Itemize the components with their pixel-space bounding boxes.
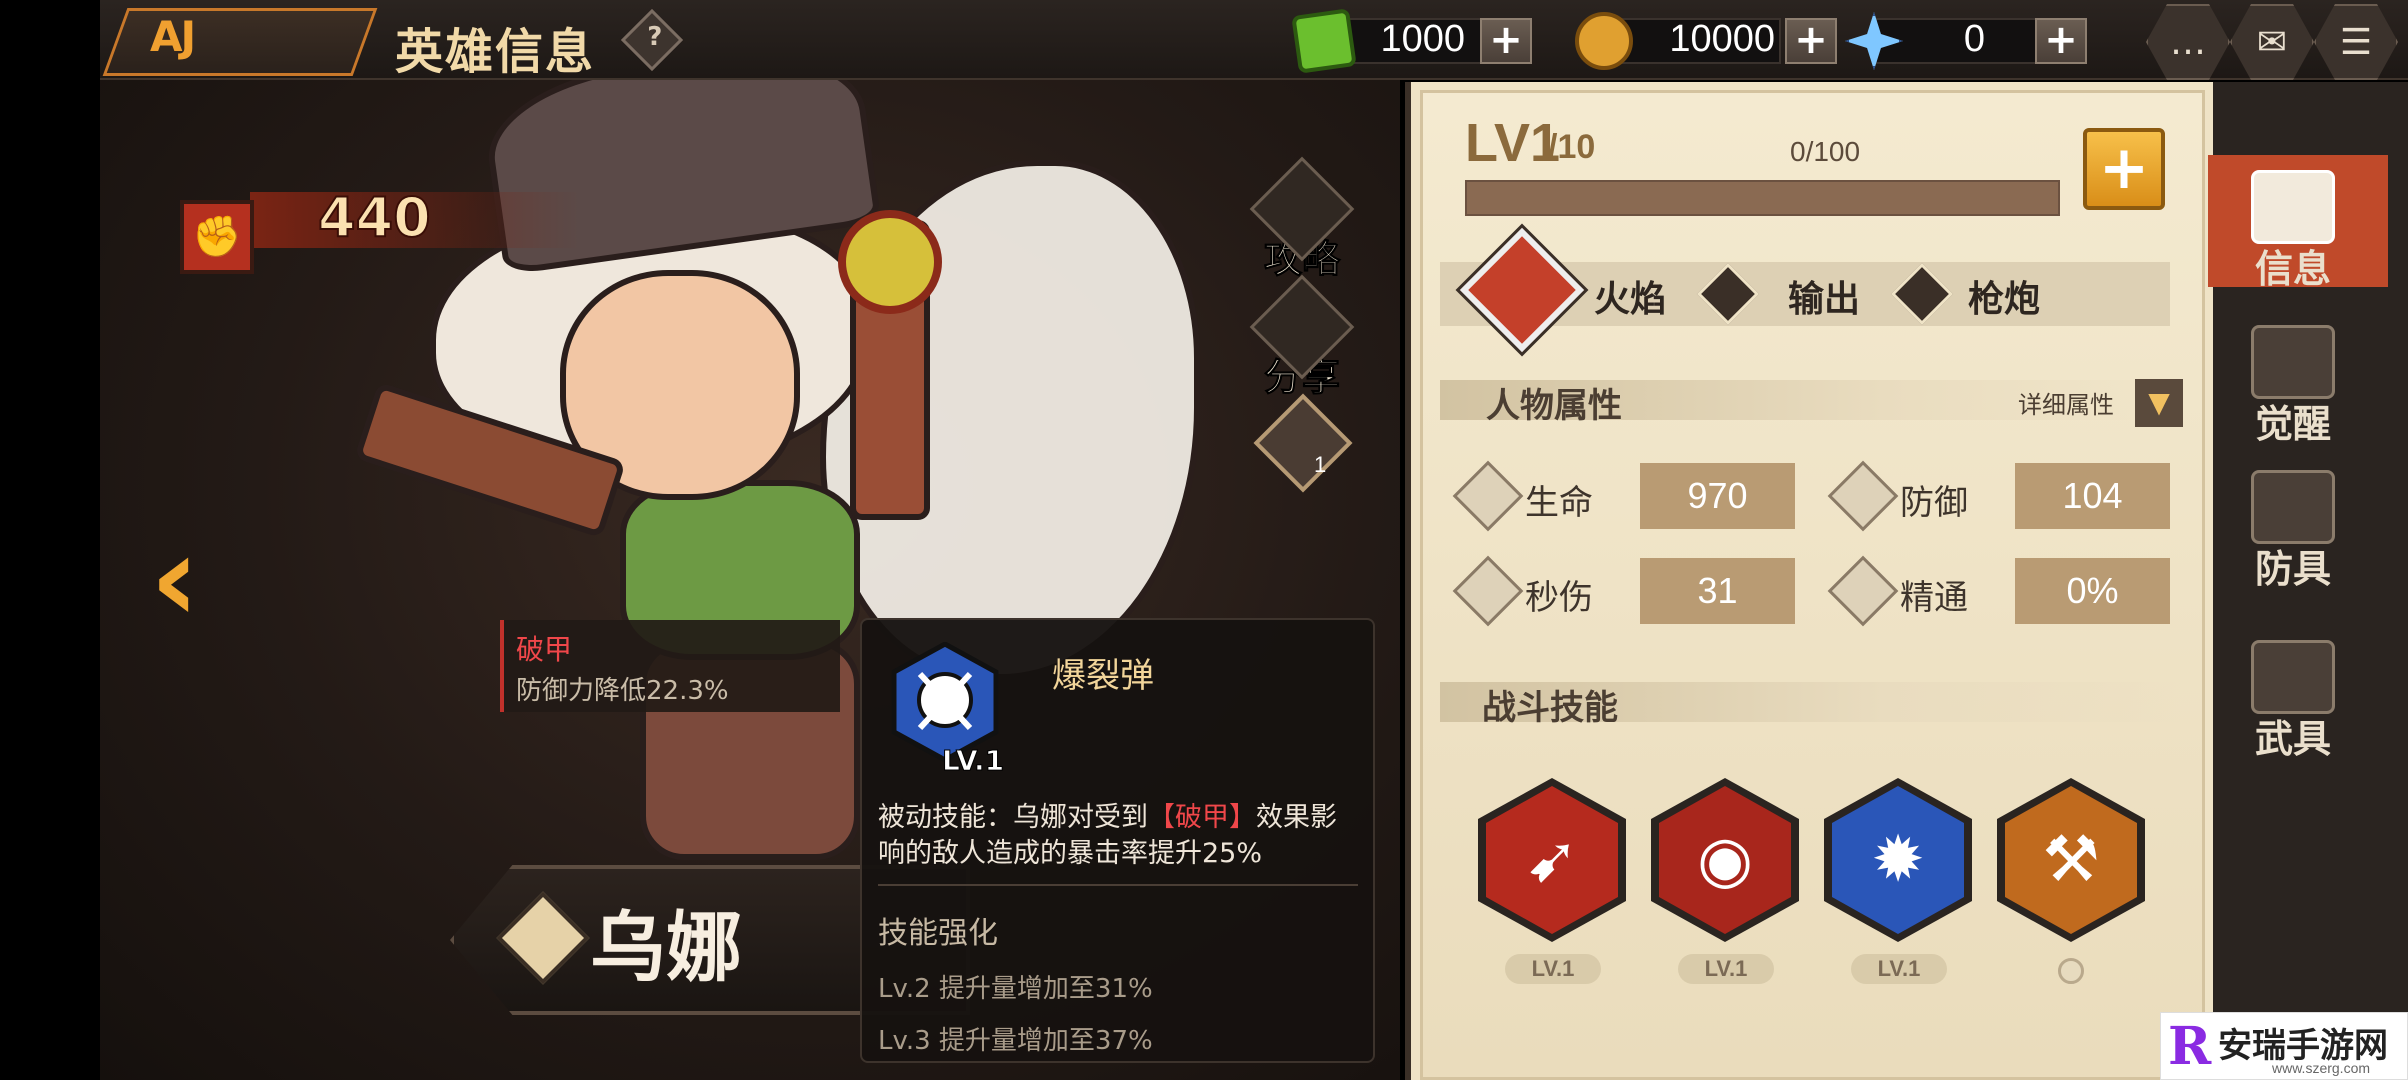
- stat-value: 970: [1640, 463, 1795, 529]
- tooltip-skill-description: 被动技能：乌娜对受到【破甲】效果影响的敌人造成的暴击率提升25%: [878, 800, 1358, 872]
- debuff-panel: 破甲 防御力降低22.3%: [500, 620, 840, 712]
- watermark-logo: R: [2168, 1016, 2212, 1077]
- tab-weapon[interactable]: 武具: [2208, 640, 2378, 763]
- exp-bar: [1465, 180, 2060, 216]
- tab-armor[interactable]: 防具: [2208, 470, 2378, 593]
- add-green-gem-button[interactable]: +: [1480, 18, 1532, 64]
- currency-green-gem: 1000 +: [1291, 8, 1545, 74]
- hero-gun-muzzle-art: [838, 210, 942, 314]
- debuff-name: 破甲: [516, 633, 573, 666]
- emblem-count: 1: [1314, 452, 1327, 477]
- green-gem-icon: [1291, 8, 1357, 74]
- previous-hero-arrow[interactable]: ‹: [150, 520, 230, 640]
- detail-attributes-label[interactable]: 详细属性: [2018, 385, 2114, 420]
- fist-icon: ✊: [180, 200, 254, 274]
- stat-value: 0%: [2015, 558, 2170, 624]
- grenade-icon: ◉: [1659, 786, 1791, 934]
- tab-label: 觉醒: [2254, 402, 2331, 446]
- stat-label: 秒伤: [1525, 578, 1593, 618]
- tab-info[interactable]: 信息: [2208, 170, 2378, 293]
- left-letterbox: [0, 0, 100, 1080]
- tab-label: 防具: [2254, 547, 2331, 591]
- add-gold-coin-button[interactable]: +: [1785, 18, 1837, 64]
- currency-value: 1000: [1380, 18, 1465, 60]
- currency-gold-coin: 10000 +: [1575, 12, 1837, 70]
- health-icon: [1452, 460, 1524, 532]
- chat-icon: …: [2170, 21, 2206, 63]
- awaken-icon: [2251, 325, 2335, 399]
- stat-defense: 防御 104: [1827, 460, 2170, 532]
- armor-icon: [2251, 470, 2335, 544]
- dps-icon: [1452, 555, 1524, 627]
- rockets-icon: ➹: [1486, 786, 1618, 934]
- tag-flame: 火焰: [1594, 279, 1667, 320]
- skill-locked-dot: [2058, 958, 2084, 984]
- axe-icon: ⚒: [2005, 786, 2137, 934]
- logo-plate: [102, 8, 378, 76]
- desc-highlight: 【破甲】: [1148, 802, 1256, 833]
- enhance-level-3: Lv.3 提升量增加至37%: [878, 1026, 1153, 1056]
- enhance-title: 技能强化: [878, 916, 998, 951]
- menu-icon: ☰: [2339, 21, 2373, 63]
- stat-dps: 秒伤 31: [1452, 555, 1795, 627]
- tooltip-skill-name: 爆裂弹: [1052, 656, 1154, 696]
- tag-damage: 输出: [1788, 279, 1861, 320]
- stat-value: 104: [2015, 463, 2170, 529]
- stat-label: 生命: [1525, 483, 1593, 523]
- currency-crystal-star: 0 +: [1845, 12, 2095, 70]
- add-crystal-button[interactable]: +: [2035, 18, 2087, 64]
- tab-label: 信息: [2254, 247, 2331, 291]
- chevron-down-icon[interactable]: ▼: [2135, 379, 2183, 427]
- mastery-icon: [1827, 555, 1899, 627]
- weapon-icon: [2251, 640, 2335, 714]
- currency-value: 10000: [1669, 18, 1775, 60]
- watermark-url: www.szerg.com: [2272, 1060, 2371, 1076]
- exp-text: 0/100: [1790, 136, 1861, 167]
- enhance-level-2: Lv.2 提升量增加至31%: [878, 974, 1153, 1004]
- stat-mastery: 精通 0%: [1827, 555, 2170, 627]
- skill-level: LV.1: [1851, 954, 1947, 984]
- skills-title: 战斗技能: [1482, 688, 1618, 728]
- hero-power-value: 440: [317, 185, 432, 250]
- level-up-button[interactable]: +: [2083, 128, 2165, 210]
- desc-prefix: 被动技能：乌娜对受到: [878, 802, 1148, 833]
- hero-name: 乌娜: [590, 903, 742, 992]
- guide-button[interactable]: 攻略: [1249, 156, 1355, 283]
- burst-shell-icon: ✹: [1832, 786, 1964, 934]
- stat-health: 生命 970: [1452, 460, 1795, 532]
- shield-icon: [1827, 460, 1899, 532]
- mail-icon: ✉: [2256, 21, 2288, 63]
- stat-label: 精通: [1900, 578, 1968, 618]
- page-title: 英雄信息: [395, 24, 596, 80]
- stat-value: 31: [1640, 558, 1795, 624]
- hero-level-max: /10: [1548, 128, 1596, 166]
- skill-level: LV.1: [1505, 954, 1601, 984]
- tab-label: 武具: [2254, 717, 2331, 761]
- share-button[interactable]: 分享: [1249, 274, 1355, 401]
- attributes-title: 人物属性: [1486, 386, 1622, 426]
- help-glyph: ?: [647, 22, 663, 53]
- currency-value: 0: [1963, 18, 1985, 60]
- game-logo: AJ: [150, 12, 196, 61]
- tag-gun: 枪炮: [1968, 279, 2041, 320]
- stat-label: 防御: [1900, 483, 1968, 523]
- hero-level: LV1: [1465, 113, 1561, 173]
- gold-coin-icon: [1575, 12, 1633, 70]
- tooltip-divider: [878, 884, 1358, 886]
- debuff-description: 防御力降低22.3%: [516, 676, 729, 706]
- tab-awaken[interactable]: 觉醒: [2208, 325, 2378, 448]
- info-book-icon: [2251, 170, 2335, 244]
- tooltip-skill-level: LV.1: [941, 744, 1005, 778]
- skill-level: LV.1: [1678, 954, 1774, 984]
